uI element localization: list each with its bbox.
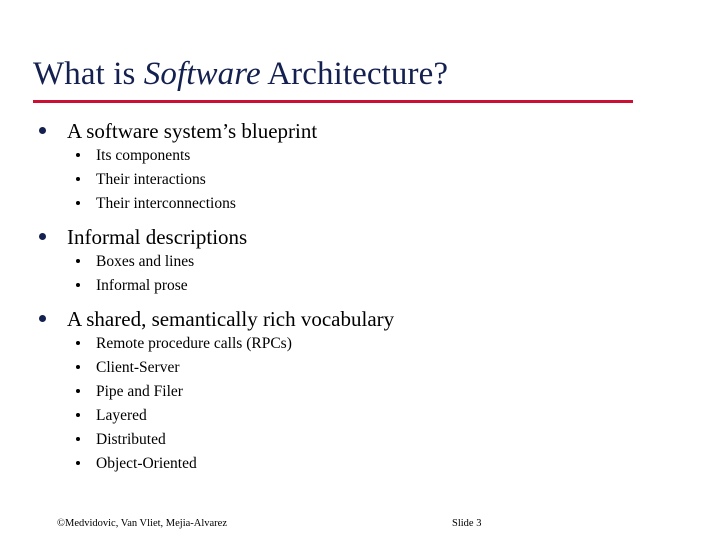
list-item: Client-Server — [0, 356, 720, 380]
sub-bullet-list: Boxes and lines Informal prose — [0, 250, 720, 298]
bullet-group: Informal descriptions Boxes and lines In… — [0, 224, 720, 306]
sub-bullet-dot-icon — [76, 437, 80, 441]
page-title-part-1: What is — [33, 56, 144, 92]
bullet-dot-icon — [39, 315, 46, 322]
sub-bullet-list: Its components Their interactions Their … — [0, 144, 720, 216]
bullet-level1-label: A shared, semantically rich vocabulary — [67, 307, 395, 331]
sub-bullet-dot-icon — [76, 201, 80, 205]
bullet-level1-label: A software system’s blueprint — [67, 119, 318, 143]
bullet-level1: A software system’s blueprint — [0, 118, 720, 144]
sub-bullet-dot-icon — [76, 341, 80, 345]
bullet-dot-icon — [39, 233, 46, 240]
bullet-group: A software system’s blueprint Its compon… — [0, 118, 720, 224]
sub-bullet-dot-icon — [76, 365, 80, 369]
sub-bullet-dot-icon — [76, 461, 80, 465]
page-title: What is Software Architecture? — [33, 54, 633, 94]
list-item: Pipe and Filer — [0, 380, 720, 404]
bullet-level2-label: Boxes and lines — [96, 253, 195, 270]
sub-bullet-dot-icon — [76, 259, 80, 263]
bullet-group: A shared, semantically rich vocabulary R… — [0, 306, 720, 476]
sub-bullet-dot-icon — [76, 153, 80, 157]
bullet-level2-label: Their interconnections — [96, 195, 236, 212]
title-block: What is Software Architecture? — [33, 54, 633, 94]
bullet-level2-label: Layered — [96, 407, 147, 424]
page-title-part-2: Architecture? — [260, 56, 449, 92]
sub-bullet-dot-icon — [76, 283, 80, 287]
list-item: Its components — [0, 144, 720, 168]
list-item: Remote procedure calls (RPCs) — [0, 332, 720, 356]
bullet-level2-label: Distributed — [96, 431, 166, 448]
slide-number: Slide 3 — [452, 518, 482, 529]
bullet-level1: A shared, semantically rich vocabulary — [0, 306, 720, 332]
list-item: Boxes and lines — [0, 250, 720, 274]
sub-bullet-dot-icon — [76, 413, 80, 417]
bullet-dot-icon — [39, 127, 46, 134]
list-item: Their interactions — [0, 168, 720, 192]
sub-bullet-dot-icon — [76, 177, 80, 181]
bullet-level2-label: Client-Server — [96, 359, 180, 376]
bullet-level2-label: Pipe and Filer — [96, 383, 183, 400]
slide-footer: ©Medvidovic, Van Vliet, Mejia-Alvarez Sl… — [0, 516, 720, 532]
bullet-level1-label: Informal descriptions — [67, 225, 248, 249]
title-divider-rule — [33, 100, 633, 103]
bullet-level1: Informal descriptions — [0, 224, 720, 250]
bullet-level2-label: Its components — [96, 147, 191, 164]
sub-bullet-list: Remote procedure calls (RPCs) Client-Ser… — [0, 332, 720, 476]
bullet-level2-label: Remote procedure calls (RPCs) — [96, 335, 292, 352]
copyright-notice: ©Medvidovic, Van Vliet, Mejia-Alvarez — [57, 518, 228, 529]
bullet-level2-label: Object-Oriented — [96, 455, 197, 472]
sub-bullet-dot-icon — [76, 389, 80, 393]
list-item: Object-Oriented — [0, 452, 720, 476]
list-item: Layered — [0, 404, 720, 428]
page-title-emphasis: Software — [143, 56, 261, 92]
presentation-slide: What is Software Architecture? A softwar… — [0, 0, 720, 540]
slide-body: A software system’s blueprint Its compon… — [0, 118, 720, 476]
bullet-level2-label: Their interactions — [96, 171, 206, 188]
list-item: Distributed — [0, 428, 720, 452]
list-item: Their interconnections — [0, 192, 720, 216]
bullet-level2-label: Informal prose — [96, 277, 188, 294]
list-item: Informal prose — [0, 274, 720, 298]
